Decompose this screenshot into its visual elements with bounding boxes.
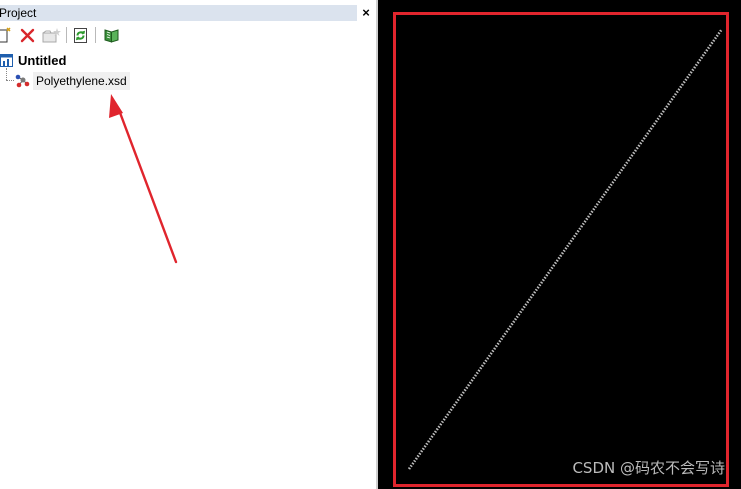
project-toolbar — [0, 24, 376, 46]
project-pane-title: Project — [0, 6, 37, 20]
molecule-structure-icon — [15, 74, 30, 88]
folder-star-icon — [42, 28, 61, 43]
new-document-icon — [0, 27, 11, 43]
tree-item-label: Polyethylene.xsd — [33, 72, 130, 90]
toolbar-separator — [95, 27, 96, 43]
project-title-bar: Project — [0, 5, 357, 21]
watermark-text: CSDN @码农不会写诗 — [572, 459, 725, 477]
add-folder-button[interactable] — [42, 26, 62, 44]
refresh-button[interactable] — [73, 26, 89, 44]
toolbar-separator — [66, 27, 67, 43]
new-item-button[interactable] — [0, 26, 12, 44]
project-pane: Project × Untitled Polyethylene.xsd — [0, 0, 376, 489]
delete-button[interactable] — [20, 26, 36, 44]
polymer-chain — [407, 28, 724, 470]
app-window: Project × Untitled Polyethylene.xsd CSDN… — [0, 0, 741, 489]
tree-root-label: Untitled — [18, 53, 67, 68]
tree-connector — [6, 68, 7, 80]
green-refresh-icon — [74, 28, 87, 43]
red-x-delete-icon — [20, 28, 35, 43]
open-book-button[interactable] — [104, 26, 120, 44]
project-tree: Untitled Polyethylene.xsd — [0, 50, 376, 489]
project-icon — [0, 54, 13, 67]
green-book-icon — [104, 29, 119, 43]
structure-viewer[interactable]: CSDN @码农不会写诗 — [378, 0, 741, 489]
highlight-frame — [393, 12, 729, 487]
viewer-canvas — [393, 12, 729, 487]
close-pane-button[interactable]: × — [360, 6, 372, 20]
tree-connector — [6, 80, 14, 81]
project-pane-header: Project × — [0, 0, 376, 22]
